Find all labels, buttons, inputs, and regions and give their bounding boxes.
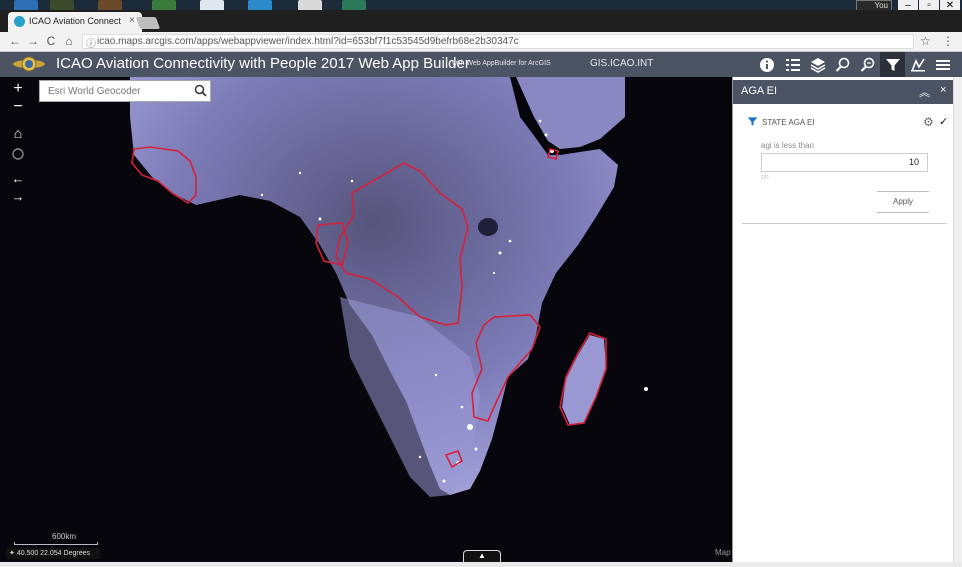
url-field[interactable]: ⓘ icao.maps.arcgis.com/apps/webappviewer…: [82, 34, 914, 50]
filter-name: STATE AGA EI: [762, 118, 815, 127]
icao-logo-icon: [13, 56, 45, 72]
scalebar: [14, 542, 98, 545]
forward-icon[interactable]: →: [26, 34, 40, 48]
next-extent-button[interactable]: →: [8, 189, 28, 205]
legend-icon: [785, 58, 800, 71]
collapse-panel-icon[interactable]: ︽: [919, 84, 930, 100]
gear-icon[interactable]: ⚙: [923, 115, 934, 129]
query-icon: [835, 57, 849, 72]
app-subtitle: with Web AppBuilder for ArcGIS: [452, 60, 551, 67]
page-scrollbar[interactable]: [953, 77, 962, 567]
info-icon: [759, 57, 774, 72]
africa-night-lights-map[interactable]: [0, 77, 732, 562]
filter-item[interactable]: STATE AGA EI ⚙ ✓: [747, 115, 949, 131]
expression-hint: ph: [761, 174, 769, 181]
filter-button[interactable]: [880, 52, 905, 77]
geocoder-search: [39, 80, 211, 102]
browser-tab[interactable]: ICAO Aviation Connecti ×: [8, 12, 142, 32]
about-button[interactable]: [754, 52, 779, 77]
address-bar: ← → C ⌂ ⓘ icao.maps.arcgis.com/apps/weba…: [0, 32, 962, 52]
scalebar-label: 600km: [52, 532, 77, 541]
more-menu-button[interactable]: [930, 52, 955, 77]
site-info-icon[interactable]: ⓘ: [86, 35, 96, 50]
search-input[interactable]: [40, 81, 190, 101]
filter-panel: AGA EI ︽ × STATE AGA EI ⚙ ✓ agi is less …: [732, 77, 954, 562]
map-view[interactable]: + − ⌂ ← → 600km ✦ 40.500 22.054 Degrees …: [0, 77, 732, 562]
expression-label: agi is less than: [761, 141, 814, 150]
panel-divider: [742, 223, 947, 224]
home-icon[interactable]: ⌂: [62, 34, 76, 48]
coordinate-marker-icon: ✦: [9, 550, 17, 557]
coordinate-text: 40.500 22.054 Degrees: [16, 550, 90, 557]
reload-icon[interactable]: C: [44, 34, 58, 48]
lake-victoria: [478, 218, 498, 236]
locate-icon: [12, 148, 24, 160]
window-bottom-edge: [0, 562, 962, 567]
home-view-button[interactable]: ⌂: [8, 125, 28, 141]
previous-extent-button[interactable]: ←: [8, 171, 28, 187]
search-icon[interactable]: [194, 84, 207, 97]
back-icon[interactable]: ←: [8, 34, 22, 48]
legend-button[interactable]: [780, 52, 805, 77]
check-icon[interactable]: ✓: [939, 115, 948, 128]
filter-icon: [885, 58, 900, 71]
new-tab-button[interactable]: [135, 17, 161, 29]
url-text[interactable]: icao.maps.arcgis.com/apps/webappviewer/i…: [97, 36, 519, 47]
tab-title: ICAO Aviation Connecti: [29, 16, 121, 26]
panel-title: AGA EI: [741, 85, 778, 97]
app-header: ICAO Aviation Connectivity with People 2…: [0, 52, 962, 77]
attribution-toggle-button[interactable]: ▲: [463, 550, 501, 562]
close-panel-icon[interactable]: ×: [940, 84, 946, 96]
browser-tabstrip: ICAO Aviation Connecti ×: [0, 10, 962, 32]
filter-icon: [747, 117, 758, 126]
madagascar-landmass: [562, 335, 606, 425]
query-button[interactable]: [830, 52, 855, 77]
layers-button[interactable]: [805, 52, 830, 77]
locate-button[interactable]: [8, 147, 28, 163]
query-alt-icon: [860, 57, 874, 72]
gis-link[interactable]: GIS.ICAO.INT: [590, 58, 653, 69]
analysis-icon: [910, 58, 925, 71]
north-africa-landmass: [130, 77, 618, 495]
map-attribution: Map: [715, 548, 731, 557]
apply-button[interactable]: Apply: [877, 191, 929, 213]
expression-value-input[interactable]: 10: [761, 153, 928, 172]
menu-icon: [935, 59, 950, 70]
panel-header: AGA EI ︽ ×: [733, 80, 954, 104]
analysis-button[interactable]: [905, 52, 930, 77]
bookmark-star-icon[interactable]: ☆: [920, 34, 931, 48]
zoom-in-button[interactable]: +: [8, 81, 28, 97]
browser-menu-icon[interactable]: ⋮: [942, 34, 954, 48]
layers-icon: [810, 57, 825, 73]
djibouti-border: [547, 148, 559, 160]
app-title: ICAO Aviation Connectivity with People 2…: [56, 55, 470, 72]
coordinate-readout[interactable]: ✦ 40.500 22.054 Degrees: [6, 548, 100, 559]
favicon-icon: [14, 16, 25, 27]
tab-close-icon[interactable]: ×: [129, 15, 135, 26]
zoom-out-button[interactable]: −: [8, 99, 28, 115]
query-alt-button[interactable]: [855, 52, 880, 77]
